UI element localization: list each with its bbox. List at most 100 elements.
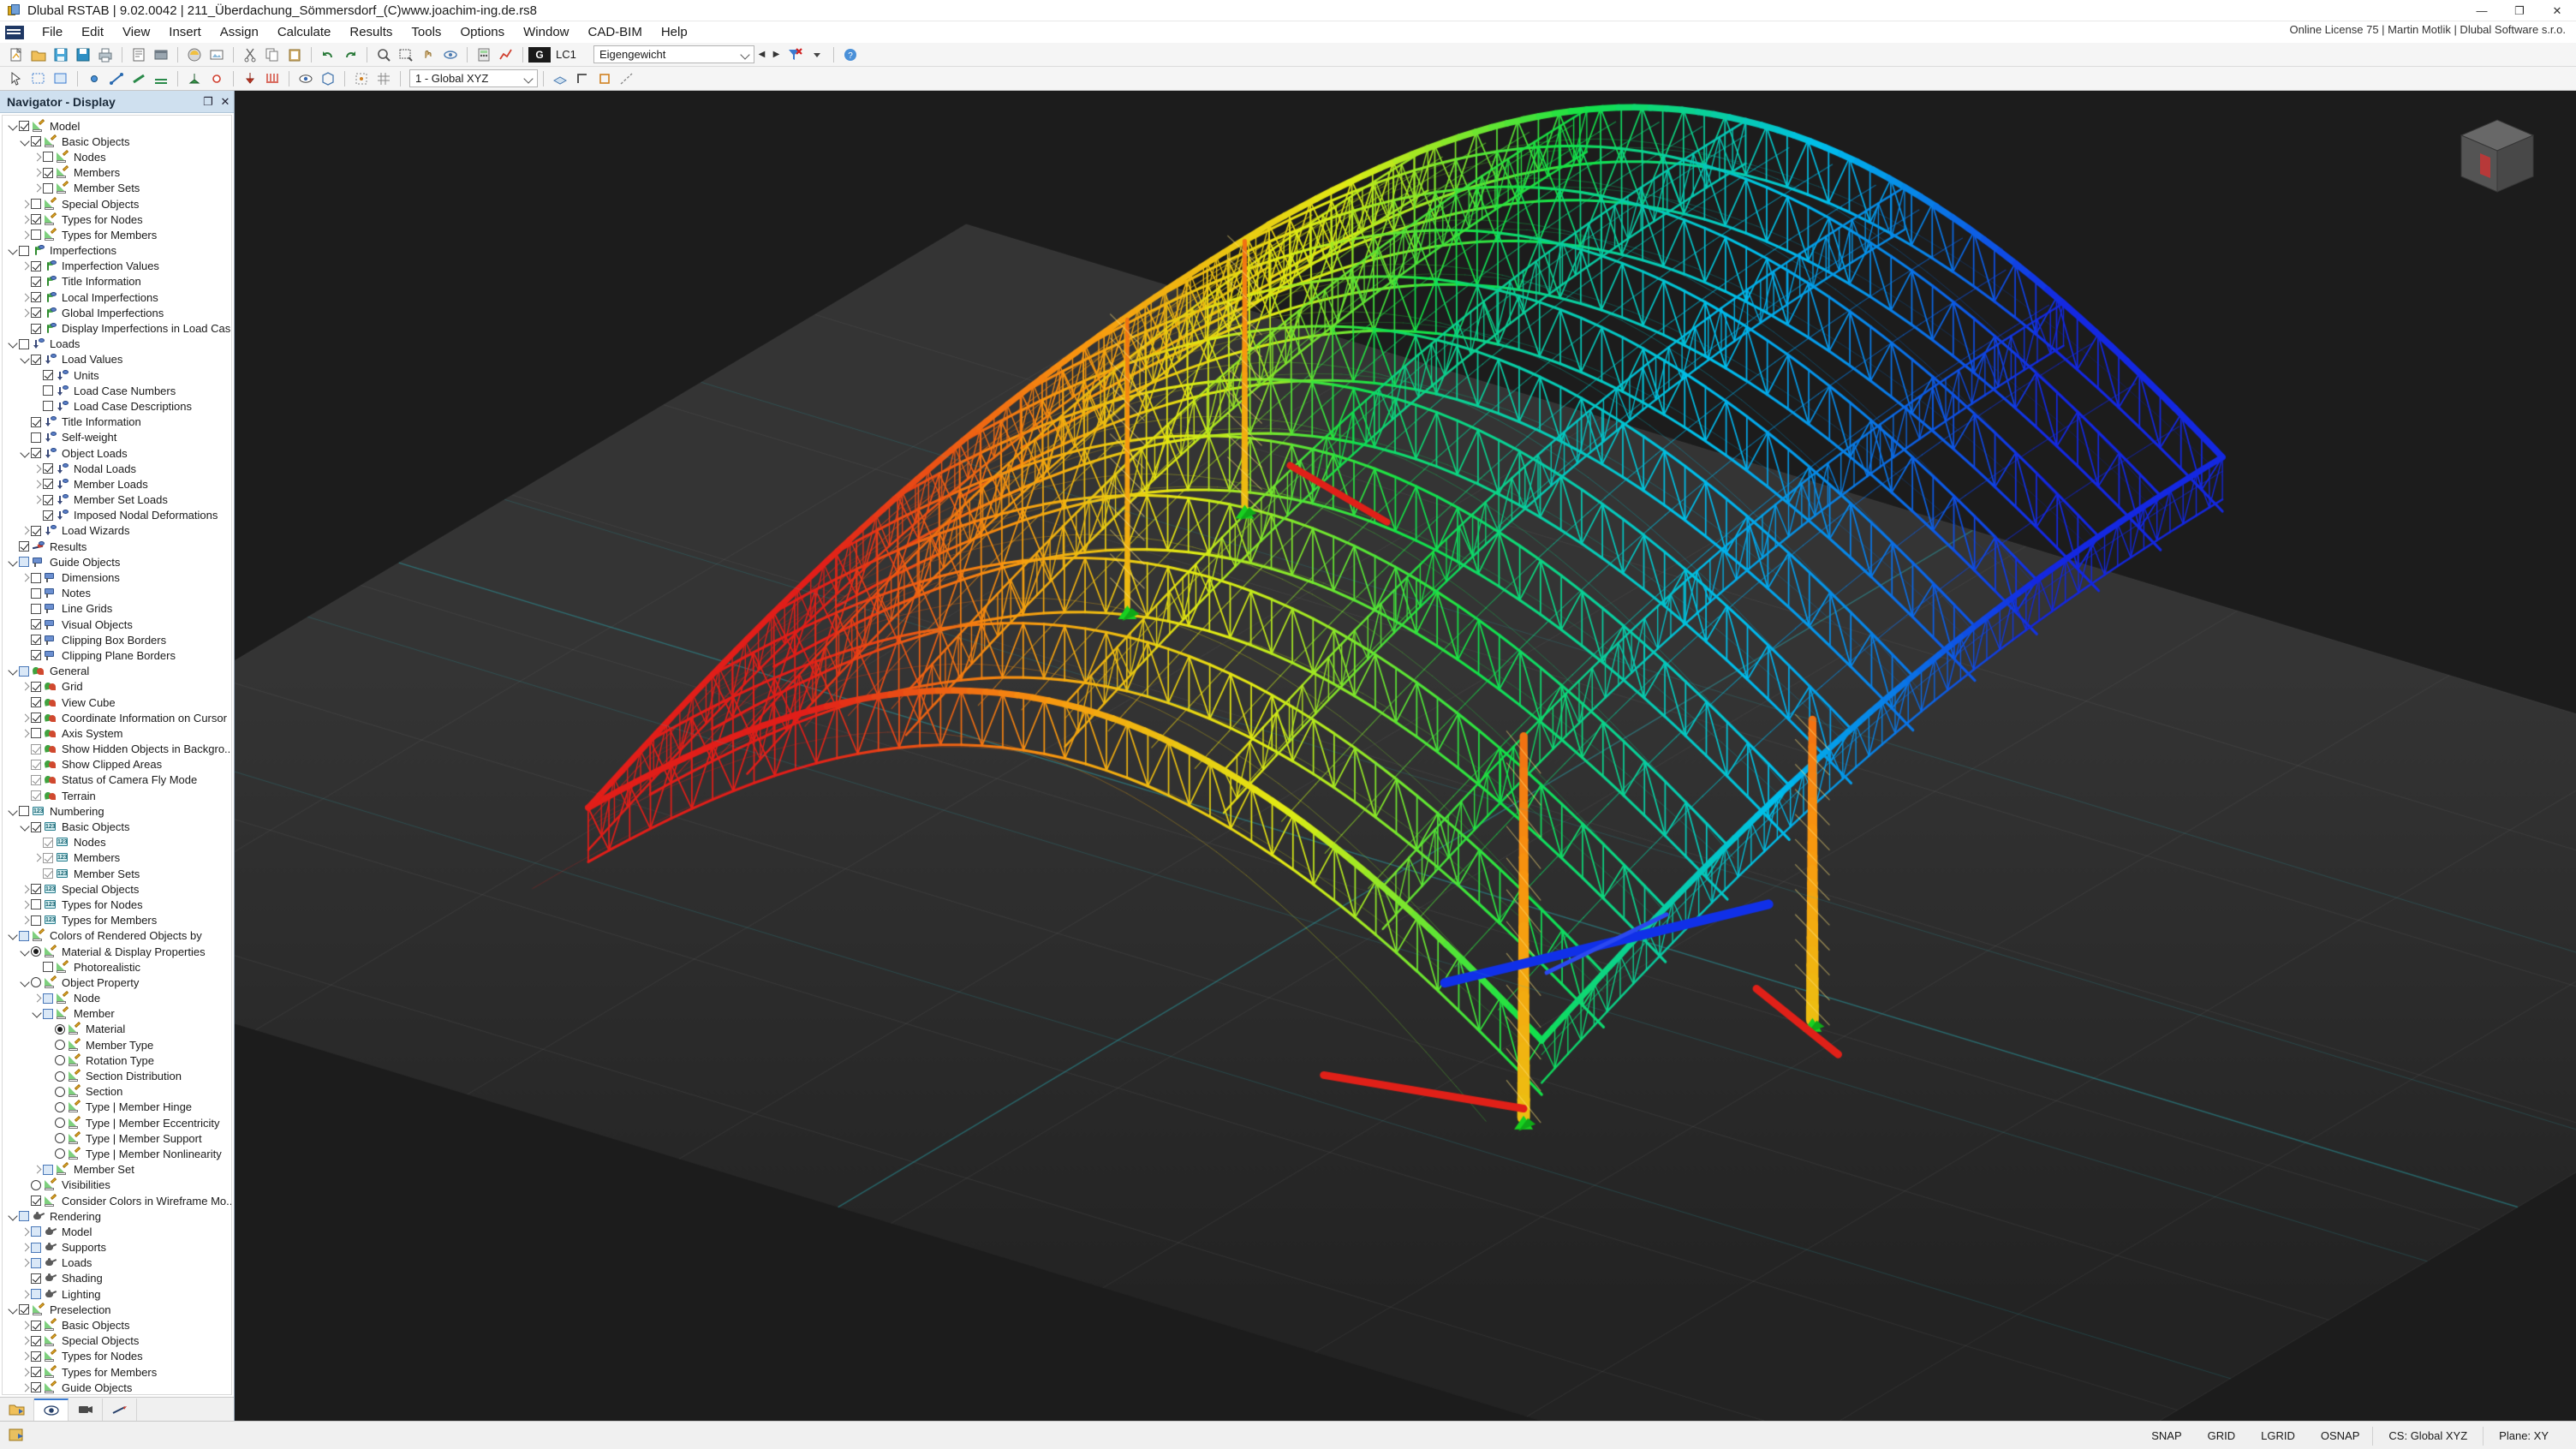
plane-status[interactable]: Plane: XY xyxy=(2483,1426,2564,1446)
chevron-right-icon[interactable] xyxy=(20,230,31,241)
chevron-right-icon[interactable] xyxy=(20,1226,31,1237)
chevron-right-icon[interactable] xyxy=(32,182,43,194)
previous-load-case-button[interactable]: ◀ xyxy=(754,46,769,63)
chevron-right-icon[interactable] xyxy=(32,494,43,505)
tree-checkbox[interactable] xyxy=(43,463,53,474)
tree-item-types-for-nodes[interactable]: Types for Nodes xyxy=(3,212,231,227)
new-model-icon[interactable] xyxy=(8,46,25,63)
chevron-right-icon[interactable] xyxy=(32,463,43,474)
tree-checkbox[interactable] xyxy=(19,930,29,941)
copy-icon[interactable] xyxy=(264,46,281,63)
tree-checkbox[interactable] xyxy=(19,121,29,132)
tree-item-line-grids[interactable]: Line Grids xyxy=(3,601,231,617)
tree-item-special-objects[interactable]: 123 Special Objects xyxy=(3,881,231,897)
tree-item-node[interactable]: Node xyxy=(3,991,231,1006)
tree-checkbox[interactable] xyxy=(31,292,41,303)
chevron-right-icon[interactable] xyxy=(20,1367,31,1378)
redo-icon[interactable] xyxy=(342,46,359,63)
tree-item-units[interactable]: Units xyxy=(3,367,231,383)
tree-checkbox[interactable] xyxy=(31,230,41,241)
menu-window[interactable]: Window xyxy=(514,22,578,42)
tree-item-section[interactable]: Section xyxy=(3,1084,231,1100)
tree-item-guide-objects[interactable]: Guide Objects xyxy=(3,1380,231,1394)
tree-item-global-imperfections[interactable]: Global Imperfections xyxy=(3,305,231,320)
tree-checkbox[interactable] xyxy=(43,962,53,973)
lgrid-toggle-button[interactable]: LGRID xyxy=(2250,1426,2306,1446)
tree-checkbox[interactable] xyxy=(31,1196,41,1207)
calculate-icon[interactable] xyxy=(475,46,492,63)
navigator-restore-button[interactable]: ❐ xyxy=(200,93,217,110)
select-objects-icon[interactable] xyxy=(8,70,25,87)
tree-radio[interactable] xyxy=(31,946,41,957)
chevron-right-icon[interactable] xyxy=(20,713,31,724)
tree-checkbox[interactable] xyxy=(19,338,29,349)
chevron-right-icon[interactable] xyxy=(20,525,31,536)
tree-checkbox[interactable] xyxy=(31,774,41,785)
tree-checkbox[interactable] xyxy=(31,697,41,708)
tree-item-show-hidden-objects-in-backgro[interactable]: Show Hidden Objects in Backgro... xyxy=(3,742,231,757)
menu-insert[interactable]: Insert xyxy=(159,22,211,42)
tree-checkbox[interactable] xyxy=(31,572,41,583)
tree-item-loads[interactable]: Loads xyxy=(3,1255,231,1271)
tree-checkbox[interactable] xyxy=(19,1304,29,1315)
tree-checkbox[interactable] xyxy=(31,448,41,459)
menu-edit[interactable]: Edit xyxy=(72,22,113,42)
tree-item-imperfection-values[interactable]: Imperfection Values xyxy=(3,259,231,274)
snap-toggle-icon[interactable] xyxy=(353,70,370,87)
menu-calculate[interactable]: Calculate xyxy=(268,22,341,42)
tree-checkbox[interactable] xyxy=(19,665,29,677)
tree-item-member-set[interactable]: Member Set xyxy=(3,1162,231,1178)
chevron-down-icon[interactable] xyxy=(20,977,31,988)
print-icon[interactable] xyxy=(97,46,114,63)
chevron-right-icon[interactable] xyxy=(20,1242,31,1253)
object-snap-icon[interactable] xyxy=(596,70,613,87)
chevron-right-icon[interactable] xyxy=(20,572,31,583)
tree-checkbox[interactable] xyxy=(31,1257,41,1268)
maximize-button[interactable]: ❐ xyxy=(2501,0,2538,21)
tree-radio[interactable] xyxy=(55,1101,65,1112)
tree-item-section-distribution[interactable]: Section Distribution xyxy=(3,1068,231,1083)
tree-checkbox[interactable] xyxy=(31,1351,41,1362)
tree-item-material-display-properties[interactable]: Material & Display Properties xyxy=(3,944,231,959)
tree-item-type-member-eccentricity[interactable]: Type | Member Eccentricity xyxy=(3,1115,231,1130)
tree-item-load-case-descriptions[interactable]: Load Case Descriptions xyxy=(3,398,231,414)
tree-radio[interactable] xyxy=(55,1133,65,1144)
tree-item-status-of-camera-fly-mode[interactable]: Status of Camera Fly Mode xyxy=(3,772,231,788)
line-icon[interactable] xyxy=(108,70,125,87)
clipping-box-icon[interactable] xyxy=(319,70,337,87)
snap-toggle-button[interactable]: SNAP xyxy=(2140,1426,2192,1446)
menu-file[interactable]: File xyxy=(33,22,72,42)
tree-item-supports[interactable]: Supports xyxy=(3,1240,231,1255)
osnap-toggle-button[interactable]: OSNAP xyxy=(2310,1426,2371,1446)
tree-item-member-sets[interactable]: Member Sets xyxy=(3,181,231,196)
project-navigator-tab[interactable] xyxy=(0,1398,34,1421)
nodal-support-icon[interactable] xyxy=(186,70,203,87)
tree-checkbox[interactable] xyxy=(43,1008,53,1019)
tree-item-loads[interactable]: Loads xyxy=(3,337,231,352)
tree-checkbox[interactable] xyxy=(31,432,41,443)
tree-checkbox[interactable] xyxy=(31,1335,41,1346)
chevron-down-icon[interactable] xyxy=(8,930,19,941)
tree-checkbox[interactable] xyxy=(31,1320,41,1331)
tree-item-model[interactable]: Model xyxy=(3,1224,231,1239)
tree-checkbox[interactable] xyxy=(31,416,41,427)
tree-checkbox[interactable] xyxy=(31,619,41,630)
tree-item-nodal-loads[interactable]: Nodal Loads xyxy=(3,461,231,476)
zoom-all-icon[interactable] xyxy=(375,46,392,63)
tree-item-special-objects[interactable]: Special Objects xyxy=(3,196,231,212)
tree-item-rendering[interactable]: Rendering xyxy=(3,1208,231,1224)
tree-item-preselection[interactable]: Preselection xyxy=(3,1302,231,1317)
tree-checkbox[interactable] xyxy=(31,587,41,599)
save-icon[interactable] xyxy=(52,46,69,63)
chevron-down-icon[interactable] xyxy=(20,821,31,832)
tree-radio[interactable] xyxy=(55,1148,65,1160)
chevron-down-icon[interactable] xyxy=(20,136,31,147)
chevron-right-icon[interactable] xyxy=(20,728,31,739)
tree-item-material[interactable]: Material xyxy=(3,1022,231,1037)
tree-item-types-for-nodes[interactable]: Types for Nodes xyxy=(3,1349,231,1364)
tree-item-members[interactable]: 123 Members xyxy=(3,850,231,866)
tree-checkbox[interactable] xyxy=(31,525,41,536)
chevron-down-icon[interactable] xyxy=(8,806,19,817)
chevron-right-icon[interactable] xyxy=(20,899,31,910)
chevron-down-icon[interactable] xyxy=(8,665,19,677)
